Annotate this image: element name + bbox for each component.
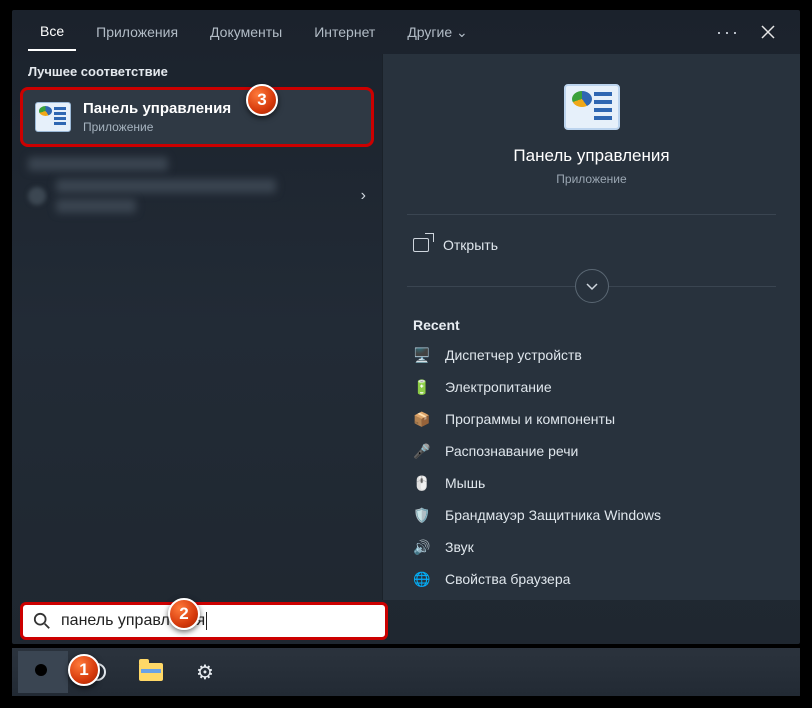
gear-icon: ⚙ [196, 660, 214, 685]
control-panel-icon [35, 102, 71, 132]
tab-documents[interactable]: Документы [198, 14, 294, 50]
browser-props-icon: 🌐 [413, 570, 431, 588]
recent-item-sound[interactable]: 🔊Звук [383, 531, 800, 563]
search-tabs: Все Приложения Документы Интернет Другие… [12, 10, 800, 54]
taskbar-explorer-button[interactable] [126, 651, 176, 693]
control-panel-large-icon [564, 84, 620, 130]
best-match-result[interactable]: Панель управления Приложение [20, 87, 374, 147]
programs-icon: 📦 [413, 410, 431, 428]
annotation-marker-2: 2 [168, 598, 200, 630]
taskbar: ⚙ [12, 648, 800, 696]
sound-icon: 🔊 [413, 538, 431, 556]
best-match-header: Лучшее соответствие [12, 54, 382, 87]
tab-more[interactable]: Другие ⌄ [395, 14, 479, 51]
open-label: Открыть [443, 237, 498, 253]
recent-item-power[interactable]: 🔋Электропитание [383, 371, 800, 403]
firewall-icon: 🛡️ [413, 506, 431, 524]
chevron-down-icon: ⌄ [456, 24, 468, 40]
recent-header: Recent [383, 307, 800, 339]
tab-web[interactable]: Интернет [302, 14, 387, 50]
blurred-section-header [28, 157, 168, 171]
recent-item-mouse[interactable]: 🖱️Мышь [383, 467, 800, 499]
windows-search-panel: Все Приложения Документы Интернет Другие… [12, 10, 800, 644]
recent-item-speech[interactable]: 🎤Распознавание речи [383, 435, 800, 467]
results-pane: Лучшее соответствие Панель управления Пр… [12, 54, 382, 600]
preview-pane: Панель управления Приложение Открыть Rec… [382, 54, 800, 600]
open-action[interactable]: Открыть [383, 225, 800, 265]
more-options-button[interactable]: ··· [704, 22, 752, 43]
device-manager-icon: 🖥️ [413, 346, 431, 364]
expand-button[interactable] [575, 269, 609, 303]
annotation-marker-3: 3 [246, 84, 278, 116]
recent-item-firewall[interactable]: 🛡️Брандмауэр Защитника Windows [383, 499, 800, 531]
search-icon [33, 612, 51, 630]
best-match-subtitle: Приложение [83, 120, 231, 134]
annotation-marker-1: 1 [68, 654, 100, 686]
tab-apps[interactable]: Приложения [84, 14, 190, 50]
close-button[interactable] [752, 16, 784, 48]
recent-item-browser[interactable]: 🌐Свойства браузера [383, 563, 800, 595]
taskbar-search-button[interactable] [18, 651, 68, 693]
chevron-right-icon: › [361, 187, 366, 205]
best-match-title: Панель управления [83, 100, 231, 117]
taskbar-settings-button[interactable]: ⚙ [180, 651, 230, 693]
open-icon [413, 238, 429, 252]
preview-subtitle: Приложение [556, 172, 626, 186]
search-icon [33, 662, 53, 682]
recent-item-programs[interactable]: 📦Программы и компоненты [383, 403, 800, 435]
recent-item-device-manager[interactable]: 🖥️Диспетчер устройств [383, 339, 800, 371]
power-icon: 🔋 [413, 378, 431, 396]
explorer-icon [139, 663, 163, 681]
speech-icon: 🎤 [413, 442, 431, 460]
preview-title: Панель управления [513, 146, 669, 166]
tab-all[interactable]: Все [28, 13, 76, 51]
blurred-result[interactable]: › [28, 179, 366, 213]
search-input[interactable]: панель управления [20, 602, 388, 640]
mouse-icon: 🖱️ [413, 474, 431, 492]
